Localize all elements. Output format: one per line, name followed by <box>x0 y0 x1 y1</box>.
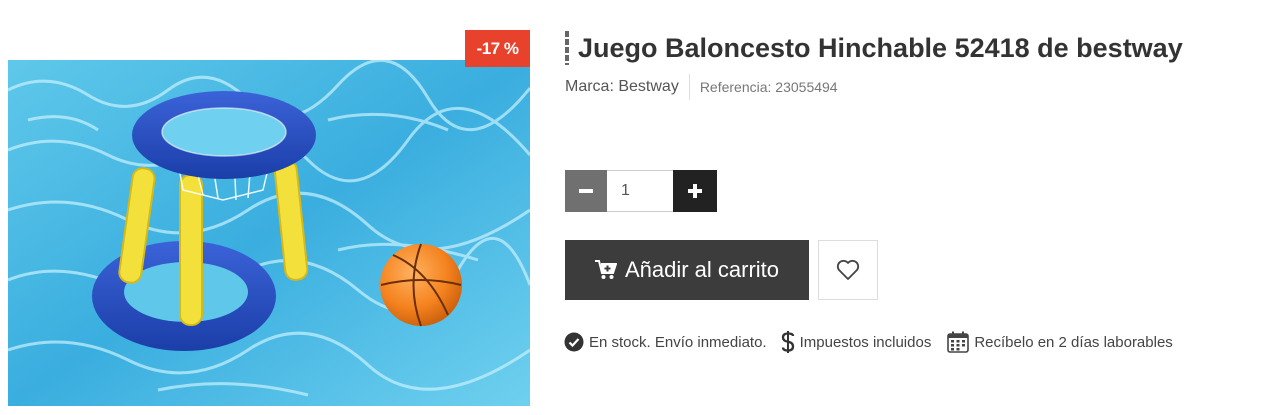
title-wrap: Juego Baloncesto Hinchable 52418 de best… <box>565 30 1183 66</box>
quantity-increase-button[interactable] <box>673 170 717 212</box>
delivery-text: Recíbelo en 2 días laborables <box>974 333 1173 351</box>
add-to-cart-button[interactable]: Añadir al carrito <box>565 240 809 300</box>
add-to-cart-label: Añadir al carrito <box>624 257 780 282</box>
heart-icon <box>836 259 860 280</box>
minus-icon <box>579 189 593 193</box>
cart-plus-icon <box>594 260 617 279</box>
quantity-decrease-button[interactable] <box>565 170 607 212</box>
dollar-icon <box>781 331 794 353</box>
calendar-icon <box>947 331 970 353</box>
product-meta: Marca: Bestway Referencia: 23055494 <box>565 74 838 100</box>
quantity-input[interactable] <box>607 170 673 212</box>
delivery-info: Recíbelo en 2 días laborables <box>947 331 1173 353</box>
title-accent-bar <box>565 31 569 65</box>
quantity-stepper <box>565 170 717 212</box>
plus-icon <box>688 184 702 198</box>
brand-label[interactable]: Marca: Bestway <box>565 74 690 100</box>
product-title: Juego Baloncesto Hinchable 52418 de best… <box>578 32 1183 63</box>
stock-info: En stock. Envío inmediato. <box>564 332 767 352</box>
taxes-info: Impuestos incluidos <box>781 330 932 354</box>
shipping-info: En stock. Envío inmediato. Impuestos inc… <box>564 328 1173 356</box>
wishlist-button[interactable] <box>818 240 878 300</box>
reference-label: Referencia: 23055494 <box>699 79 838 95</box>
stock-text: En stock. Envío inmediato. <box>589 333 767 351</box>
check-circle-icon <box>564 332 584 352</box>
discount-badge: -17 % <box>465 30 530 67</box>
product-image[interactable] <box>8 60 530 406</box>
taxes-text: Impuestos incluidos <box>799 333 932 351</box>
